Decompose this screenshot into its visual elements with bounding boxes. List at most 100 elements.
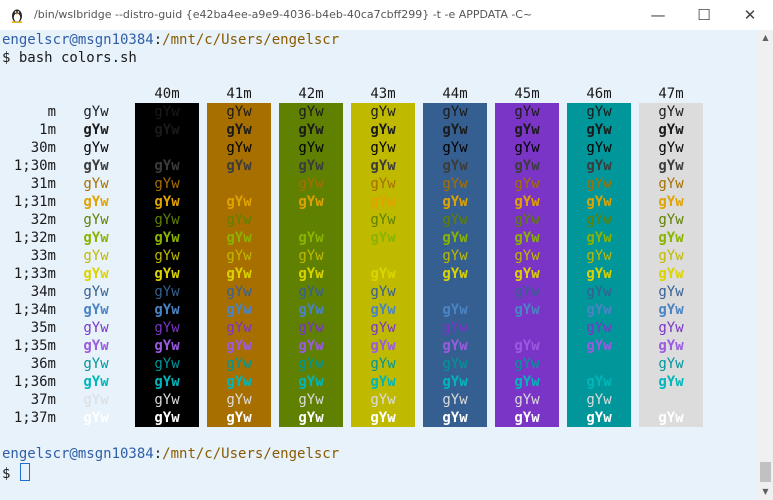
sample-cell: gYw <box>370 230 396 246</box>
sample-cell: gYw <box>154 302 180 318</box>
sample-cell: gYw <box>154 356 180 372</box>
sample-cell: gYw <box>226 140 252 156</box>
sample-cell: gYw <box>514 374 540 390</box>
sample-cell: gYw <box>83 284 109 300</box>
sample-cell: gYw <box>154 284 180 300</box>
sample-cell: gYw <box>298 392 324 408</box>
close-button[interactable]: ✕ <box>727 0 773 30</box>
sample-cell: gYw <box>370 338 396 354</box>
row-label: 1;36m <box>13 374 56 390</box>
sample-cell: gYw <box>514 356 540 372</box>
sample-cell: gYw <box>226 212 252 228</box>
sample-cell: gYw <box>514 176 540 192</box>
sample-cell: gYw <box>586 284 612 300</box>
column-header: 40m <box>154 86 180 102</box>
sample-cell: gYw <box>658 158 684 174</box>
sample-cell: gYw <box>83 338 109 354</box>
prompt-path: /mnt/c/Users/engelscr <box>162 32 340 48</box>
input-line[interactable]: $ <box>2 463 30 483</box>
sample-cell: gYw <box>298 320 324 336</box>
sample-cell: gYw <box>370 410 396 426</box>
sample-cell: gYw <box>514 104 540 120</box>
sample-cell: gYw <box>83 230 109 246</box>
minimize-button[interactable]: — <box>635 0 681 30</box>
sample-cell: gYw <box>154 392 180 408</box>
sample-cell: gYw <box>298 248 324 264</box>
sample-cell: gYw <box>658 176 684 192</box>
sample-cell: gYw <box>586 176 612 192</box>
sample-cell: gYw <box>514 266 540 282</box>
row-label: 37m <box>30 392 56 408</box>
sample-cell: gYw <box>658 320 684 336</box>
sample-cell: gYw <box>442 230 468 246</box>
row-label: 34m <box>30 284 56 300</box>
sample-cell: gYw <box>586 158 612 174</box>
sample-cell: gYw <box>298 176 324 192</box>
tux-penguin-icon <box>11 9 23 23</box>
sample-cell: gYw <box>442 410 468 426</box>
sample-cell: gYw <box>154 374 180 390</box>
sample-cell: gYw <box>298 104 324 120</box>
sample-cell: gYw <box>586 230 612 246</box>
sample-cell: gYw <box>154 158 180 174</box>
sample-cell: gYw <box>226 104 252 120</box>
sample-cell: gYw <box>658 410 684 426</box>
sample-cell: gYw <box>370 266 396 282</box>
row-label: 1;32m <box>13 230 56 246</box>
row-label: 1;37m <box>13 410 56 426</box>
sample-cell: gYw <box>442 194 468 210</box>
sample-cell: gYw <box>154 140 180 156</box>
sample-cell: gYw <box>514 212 540 228</box>
sample-cell: gYw <box>226 302 252 318</box>
sample-cell: gYw <box>442 284 468 300</box>
row-label: 35m <box>30 320 56 336</box>
sample-cell: gYw <box>658 266 684 282</box>
sample-cell: gYw <box>370 122 396 138</box>
sample-cell: gYw <box>586 356 612 372</box>
sample-cell: gYw <box>442 176 468 192</box>
terminal-area[interactable]: engelscr@msgn10384:/mnt/c/Users/engelscr… <box>0 30 758 500</box>
sample-cell: gYw <box>298 410 324 426</box>
sample-cell: gYw <box>514 140 540 156</box>
sample-cell: gYw <box>226 374 252 390</box>
sample-cell: gYw <box>442 374 468 390</box>
sample-cell: gYw <box>154 212 180 228</box>
vertical-scrollbar[interactable]: ▲ ▼ <box>758 30 773 500</box>
maximize-button[interactable]: ☐ <box>681 0 727 30</box>
sample-cell: gYw <box>514 284 540 300</box>
sample-cell: gYw <box>298 356 324 372</box>
scrollbar-thumb[interactable] <box>760 462 771 482</box>
sample-cell: gYw <box>370 302 396 318</box>
column-header: 47m <box>658 86 684 102</box>
sample-cell: gYw <box>154 410 180 426</box>
sample-cell: gYw <box>658 248 684 264</box>
column-header: 46m <box>586 86 612 102</box>
row-label: 36m <box>30 356 56 372</box>
sample-cell: gYw <box>298 194 324 210</box>
sample-cell: gYw <box>658 230 684 246</box>
row-label: 1;31m <box>13 194 56 210</box>
sample-cell: gYw <box>658 356 684 372</box>
scroll-down-arrow-icon[interactable]: ▼ <box>758 484 773 500</box>
command-line: $ bash colors.sh <box>2 50 137 66</box>
row-label: 30m <box>30 140 56 156</box>
sample-cell: gYw <box>658 140 684 156</box>
sample-cell: gYw <box>514 410 540 426</box>
sample-cell: gYw <box>370 158 396 174</box>
sample-cell: gYw <box>586 140 612 156</box>
sample-cell: gYw <box>370 248 396 264</box>
sample-cell: gYw <box>154 320 180 336</box>
sample-cell: gYw <box>514 122 540 138</box>
scroll-up-arrow-icon[interactable]: ▲ <box>758 30 773 46</box>
sample-cell: gYw <box>586 392 612 408</box>
sample-cell: gYw <box>370 374 396 390</box>
sample-cell: gYw <box>83 140 109 156</box>
row-label: 1;33m <box>13 266 56 282</box>
sample-cell: gYw <box>83 320 109 336</box>
sample-cell: gYw <box>658 302 684 318</box>
sample-cell: gYw <box>442 158 468 174</box>
sample-cell: gYw <box>154 266 180 282</box>
sample-cell: gYw <box>298 140 324 156</box>
sample-cell: gYw <box>370 392 396 408</box>
prompt-user-host-2: engelscr@msgn10384 <box>2 446 154 462</box>
